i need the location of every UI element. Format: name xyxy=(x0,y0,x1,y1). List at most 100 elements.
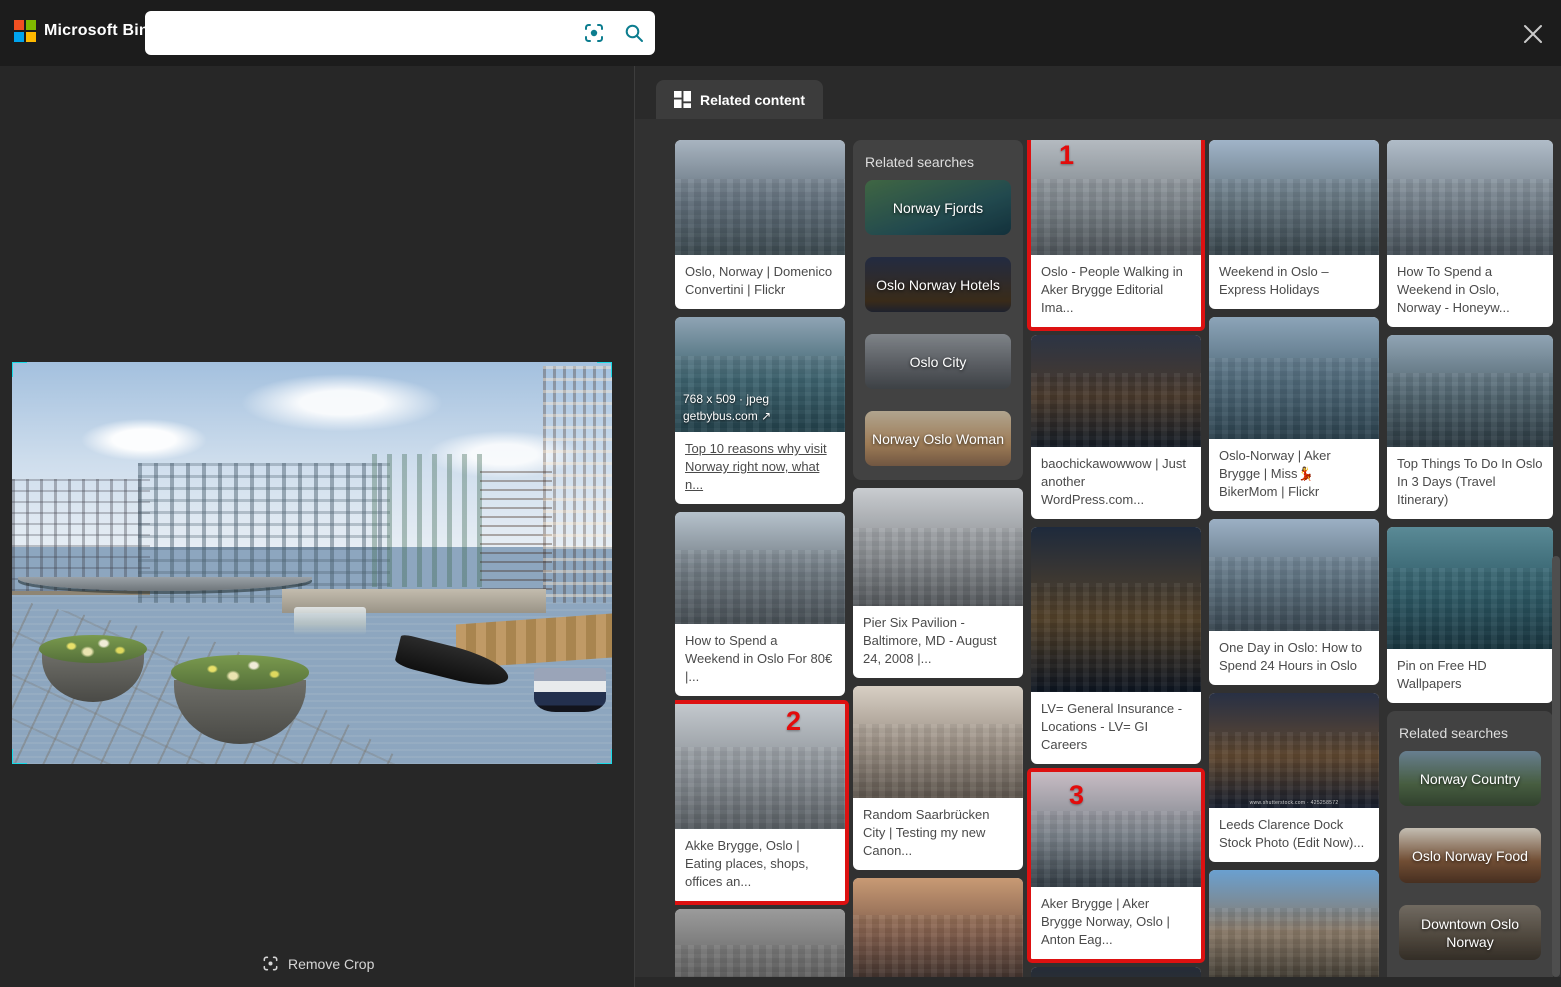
search-input[interactable] xyxy=(145,11,575,55)
image-preview-panel: Remove Crop xyxy=(0,66,634,987)
top-bar: Microsoft Bing xyxy=(0,0,1561,66)
result-caption: Random Saarbrücken City | Testing my new… xyxy=(863,807,990,858)
results-column-2: Related searches Norway Fjords Oslo Norw… xyxy=(853,140,1023,977)
result-card[interactable]: Norway Tour Place | Best Tourist Place t… xyxy=(675,909,845,977)
highlight-number: 1 xyxy=(1059,140,1075,170)
result-thumbnail[interactable] xyxy=(1387,335,1553,447)
result-caption: Leeds Clarence Dock Stock Photo (Edit No… xyxy=(1219,817,1365,850)
result-card[interactable]: Pier Six Pavilion - Baltimore, MD - Augu… xyxy=(853,488,1023,678)
result-thumbnail[interactable] xyxy=(853,686,1023,798)
remove-crop-button[interactable]: Remove Crop xyxy=(262,955,374,972)
result-thumbnail[interactable] xyxy=(1031,527,1201,692)
crop-handle-top-right[interactable] xyxy=(597,362,612,377)
result-thumbnail[interactable] xyxy=(1031,967,1201,977)
result-caption: baochickawowwow | Just another WordPress… xyxy=(1041,456,1186,507)
result-card[interactable]: Oslo, Norway | Domenico Convertini | Fli… xyxy=(675,140,845,309)
remove-crop-label: Remove Crop xyxy=(288,955,375,972)
results-column-1: Oslo, Norway | Domenico Convertini | Fli… xyxy=(675,140,849,977)
result-thumbnail[interactable] xyxy=(1209,140,1379,255)
result-card[interactable]: Weekend in Oslo – Express Holidays xyxy=(1209,140,1379,309)
vertical-scrollbar[interactable] xyxy=(1552,556,1560,977)
crop-handle-bottom-right[interactable] xyxy=(597,749,612,764)
waterfall-weir xyxy=(294,607,366,636)
stock-watermark: www.shutterstock.com · 425258572 xyxy=(1249,800,1339,806)
result-card[interactable]: Pin on Free HD Wallpapers xyxy=(1387,527,1553,703)
result-caption-link[interactable]: Top 10 reasons why visit Norway right no… xyxy=(675,432,845,504)
result-thumbnail[interactable]: www.shutterstock.com · 425258572 xyxy=(1209,693,1379,808)
result-caption: Oslo, Norway | Domenico Convertini | Fli… xyxy=(685,264,833,297)
microsoft-logo-icon xyxy=(14,20,36,42)
query-image[interactable] xyxy=(12,362,612,764)
related-search-chip[interactable]: Norway Fjords xyxy=(865,180,1011,235)
related-search-chip[interactable]: Oslo City xyxy=(865,334,1011,389)
brick-building-right xyxy=(543,366,612,604)
crop-handle-bottom-left[interactable] xyxy=(12,749,27,764)
result-card[interactable]: Random Saarbrücken City | Testing my new… xyxy=(853,686,1023,870)
highlight-number: 3 xyxy=(1069,780,1085,810)
result-caption: Top Things To Do In Oslo In 3 Days (Trav… xyxy=(1397,456,1543,507)
result-card[interactable]: Oslo-Norway | Aker Brygge | Miss💃BikerMo… xyxy=(1209,317,1379,511)
brick-building-small xyxy=(480,470,552,596)
result-caption: How to Spend a Weekend in Oslo For 80€ |… xyxy=(685,633,833,684)
result-card[interactable]: LV= General Insurance - Locations - LV= … xyxy=(1031,527,1201,764)
related-search-chip[interactable]: Norway Oslo Woman xyxy=(865,411,1011,466)
result-thumbnail[interactable] xyxy=(675,140,845,255)
collage-grid-icon xyxy=(674,91,691,108)
bing-logo[interactable]: Microsoft Bing xyxy=(14,20,159,42)
result-caption: How To Spend a Weekend in Oslo, Norway -… xyxy=(1397,264,1510,315)
result-card[interactable]: How To Spend a Weekend in Oslo, Norway -… xyxy=(1387,140,1553,327)
related-search-chip[interactable]: Oslo Norway Hotels xyxy=(865,257,1011,312)
result-thumbnail[interactable] xyxy=(675,909,845,977)
image-source-domain: getbybus.com xyxy=(683,409,758,423)
result-caption: Aker Brygge | Aker Brygge Norway, Oslo |… xyxy=(1041,896,1170,947)
result-card[interactable]: www.shutterstock.com · 425258572 Leeds C… xyxy=(1209,693,1379,862)
visual-search-icon[interactable] xyxy=(575,11,613,55)
result-caption: Pin on Free HD Wallpapers xyxy=(1397,658,1487,691)
result-card[interactable]: Top Things To Do In Oslo In 3 Days (Trav… xyxy=(1387,335,1553,519)
related-content-panel: Related content Oslo, Norway | Domenico … xyxy=(634,66,1561,987)
result-card[interactable]: How to Spend a Weekend in Oslo For 80€ |… xyxy=(675,512,845,696)
result-card-highlight-2[interactable]: 2 Akke Brygge, Oslo | Eating places, sho… xyxy=(675,700,849,905)
result-thumbnail[interactable] xyxy=(1387,140,1553,255)
buildings-terraced xyxy=(372,454,492,588)
result-thumbnail[interactable] xyxy=(853,878,1023,977)
result-card[interactable]: baochickawowwow | Just another WordPress… xyxy=(1031,335,1201,519)
result-thumbnail[interactable] xyxy=(1031,335,1201,447)
result-thumbnail[interactable] xyxy=(675,704,845,829)
search-box xyxy=(145,11,655,55)
result-thumbnail[interactable] xyxy=(1387,527,1553,649)
related-searches-title: Related searches xyxy=(865,154,974,170)
result-thumbnail[interactable] xyxy=(853,488,1023,606)
result-caption: Oslo - People Walking in Aker Brygge Edi… xyxy=(1041,264,1183,315)
result-thumbnail[interactable] xyxy=(1031,140,1201,255)
result-caption: One Day in Oslo: How to Spend 24 Hours i… xyxy=(1219,640,1363,673)
result-card[interactable]: postcards from norway – Fashion Agony | … xyxy=(853,878,1023,977)
related-searches-title: Related searches xyxy=(1399,725,1508,741)
results-column-4: Weekend in Oslo – Express Holidays Oslo-… xyxy=(1209,140,1379,977)
crop-handle-top-left[interactable] xyxy=(12,362,27,377)
result-thumbnail[interactable] xyxy=(1209,519,1379,631)
result-thumbnail[interactable] xyxy=(1209,317,1379,439)
result-card[interactable]: One Day in Oslo: How to Spend 24 Hours i… xyxy=(1209,519,1379,685)
related-search-chip[interactable]: Norway Country xyxy=(1399,751,1541,806)
flowers-large xyxy=(171,655,309,690)
result-card[interactable] xyxy=(1031,967,1201,977)
result-card[interactable]: 768 x 509 · jpeg getbybus.com ↗ Top 10 r… xyxy=(675,317,845,504)
result-thumbnail[interactable] xyxy=(1031,772,1201,887)
result-thumbnail[interactable]: 768 x 509 · jpeg getbybus.com ↗ xyxy=(675,317,845,432)
tab-related-content[interactable]: Related content xyxy=(656,80,824,119)
search-icon[interactable] xyxy=(613,11,655,55)
result-caption: Weekend in Oslo – Express Holidays xyxy=(1219,264,1329,297)
result-card-highlight-1[interactable]: 1 Oslo - People Walking in Aker Brygge E… xyxy=(1027,140,1205,331)
related-search-chip[interactable]: Downtown Oslo Norway xyxy=(1399,905,1541,960)
close-icon[interactable] xyxy=(1517,18,1549,50)
related-search-chip[interactable]: Oslo Norway Food xyxy=(1399,828,1541,883)
result-caption: Akke Brygge, Oslo | Eating places, shops… xyxy=(685,838,809,889)
blue-white-boat xyxy=(534,667,606,712)
result-card[interactable]: Typical Scandinavian... xyxy=(1209,870,1379,977)
result-thumbnail[interactable] xyxy=(675,512,845,624)
tab-label: Related content xyxy=(700,91,806,108)
result-caption: Pier Six Pavilion - Baltimore, MD - Augu… xyxy=(863,615,997,666)
result-thumbnail[interactable] xyxy=(1209,870,1379,977)
result-card-highlight-3[interactable]: 3 Aker Brygge | Aker Brygge Norway, Oslo… xyxy=(1027,768,1205,963)
